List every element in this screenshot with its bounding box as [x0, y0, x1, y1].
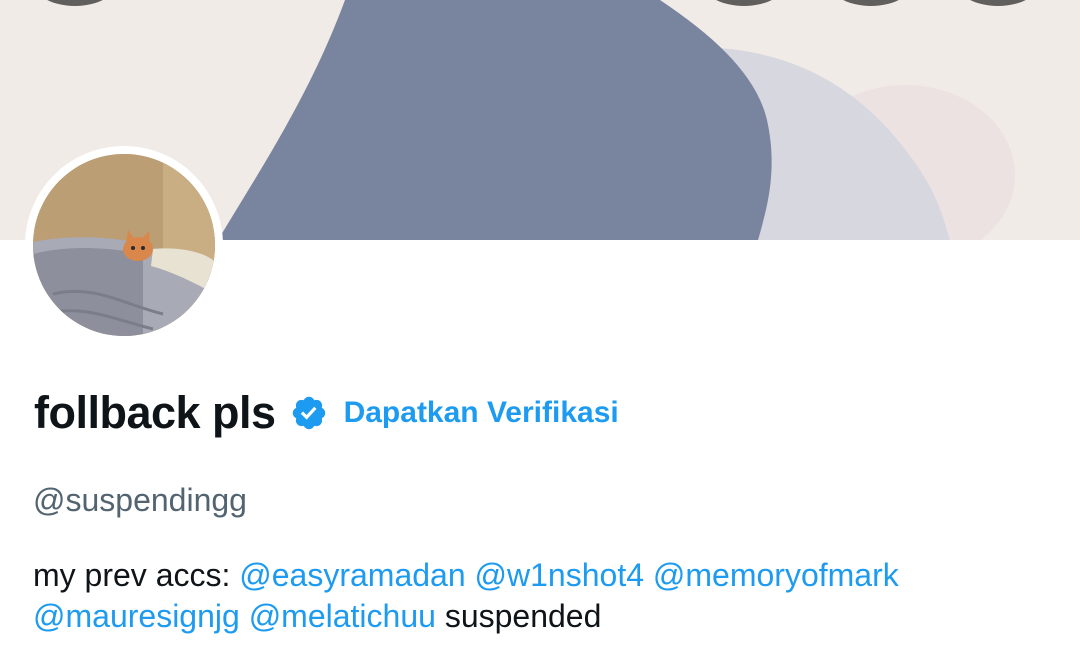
mention-link[interactable]: @mauresignjg [33, 598, 240, 634]
bio-text: suspended [444, 598, 602, 634]
avatar-container[interactable] [25, 146, 223, 344]
mention-link[interactable]: @melatichuu [249, 598, 436, 634]
verified-badge-icon[interactable] [290, 394, 328, 432]
profile-bio: my prev accs: @easyramadan @w1nshot4 @me… [33, 555, 1053, 637]
get-verified-link[interactable]: Dapatkan Verifikasi [344, 396, 619, 430]
mention-link[interactable]: @memoryofmark [653, 557, 899, 593]
avatar[interactable] [33, 154, 215, 336]
mention-link[interactable]: @easyramadan [239, 557, 465, 593]
mention-link[interactable]: @w1nshot4 [475, 557, 644, 593]
display-name: follback pls [34, 387, 276, 438]
username-handle: @suspendingg [33, 482, 247, 518]
bio-text: my prev accs: [33, 557, 231, 593]
profile-name-row: follback pls Dapatkan Verifikasi [34, 386, 619, 440]
avatar-image [33, 154, 215, 336]
